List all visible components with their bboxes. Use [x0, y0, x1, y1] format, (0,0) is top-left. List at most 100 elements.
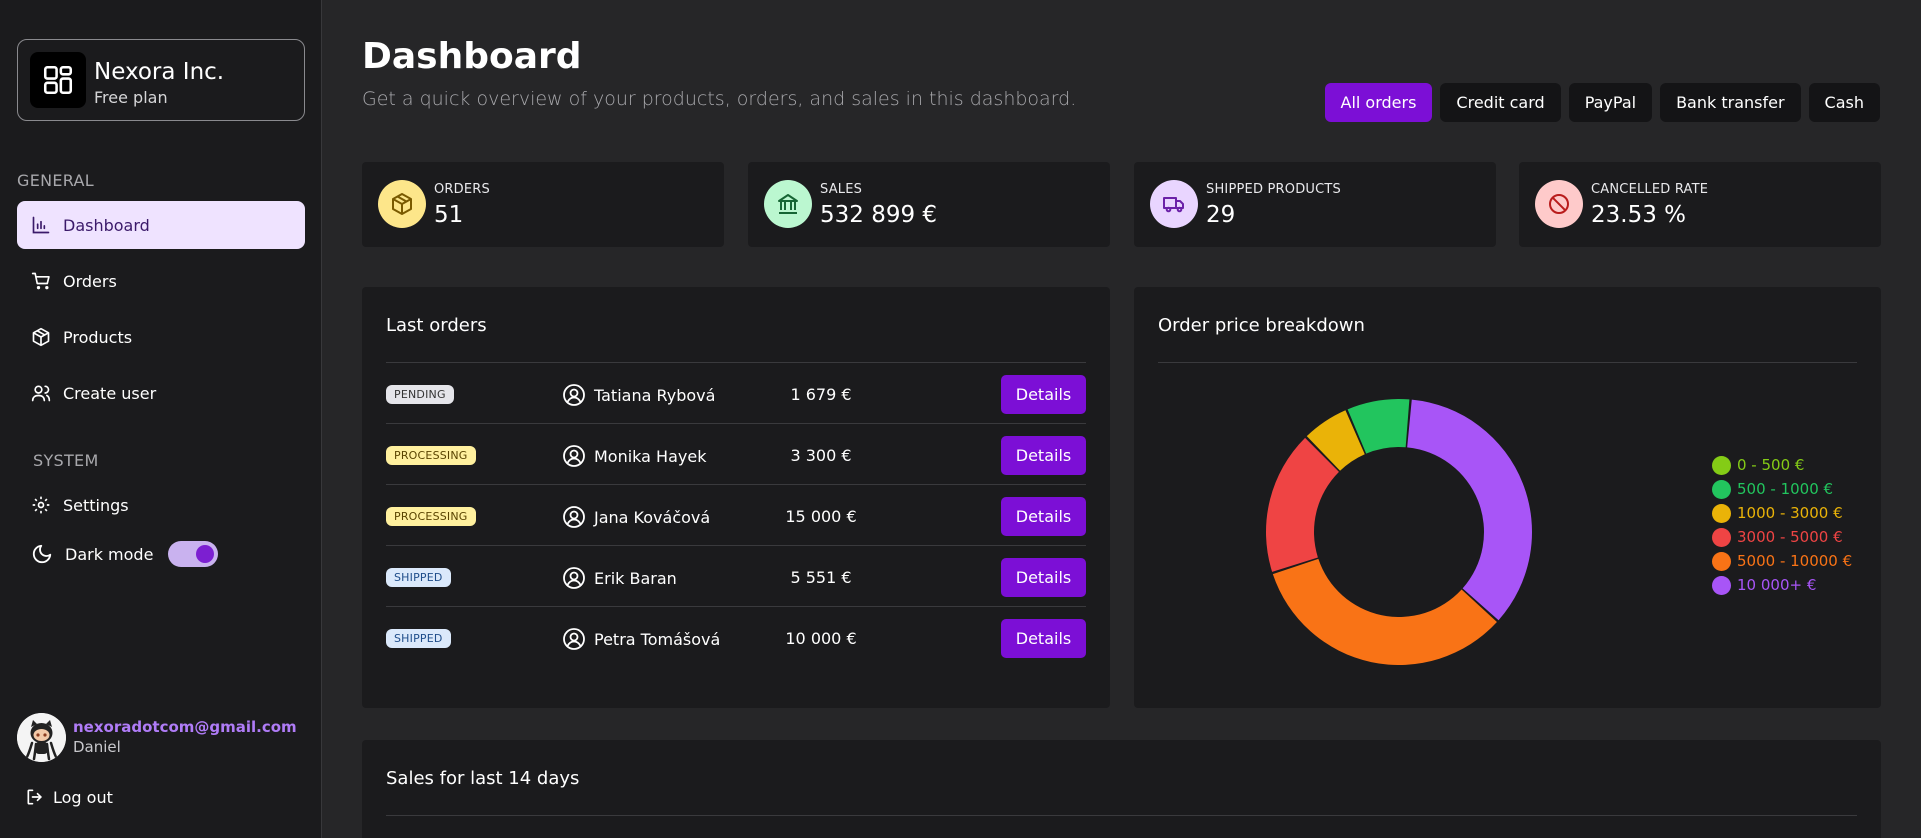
price-breakdown-panel: Order price breakdown 0 - 500 € 500 - 100…: [1134, 287, 1881, 708]
kpi-value: 23.53 %: [1591, 202, 1687, 228]
filter-cash-button[interactable]: Cash: [1808, 83, 1880, 122]
sidebar-item-label: Dashboard: [63, 215, 150, 235]
table-row: SHIPPED Petra Tomášová 10 000 € Details: [386, 607, 1086, 668]
status-badge: PENDING: [386, 385, 454, 404]
details-button[interactable]: Details: [1001, 558, 1086, 597]
sidebar-item-settings[interactable]: Settings: [17, 481, 305, 529]
logout-label: Log out: [53, 787, 113, 807]
kpi-card-cancelled-rate: CANCELLED RATE 23.53 %: [1519, 162, 1881, 247]
dark-mode-label: Dark mode: [65, 544, 154, 564]
sidebar-item-orders[interactable]: Orders: [17, 257, 305, 305]
avatar: [17, 713, 66, 762]
donut-chart[interactable]: [1254, 387, 1544, 677]
user-circle-icon: [563, 384, 585, 406]
logout-button[interactable]: Log out: [25, 787, 113, 807]
sales-title: Sales for last 14 days: [386, 768, 580, 789]
legend-label: 500 - 1000 €: [1737, 480, 1834, 498]
kpi-icon-wrap: [1150, 180, 1198, 228]
donut-slice[interactable]: [1272, 558, 1497, 665]
filter-credit-card-button[interactable]: Credit card: [1440, 83, 1561, 122]
legend-item[interactable]: 3000 - 5000 €: [1712, 525, 1852, 549]
gear-icon: [32, 496, 50, 514]
logout-icon: [27, 789, 42, 805]
table-row: SHIPPED Erik Baran 5 551 € Details: [386, 546, 1086, 607]
legend-dot: [1712, 527, 1731, 547]
payment-filter-bar: All orders Credit card PayPal Bank trans…: [1324, 83, 1880, 122]
order-price: 15 000 €: [785, 507, 857, 526]
legend-label: 10 000+ €: [1737, 576, 1817, 594]
chart-bar-icon: [32, 216, 50, 234]
customer: Tatiana Rybová: [562, 383, 715, 407]
legend-item[interactable]: 1000 - 3000 €: [1712, 501, 1852, 525]
filter-bank-transfer-button[interactable]: Bank transfer: [1660, 83, 1801, 122]
kpi-value: 51: [434, 202, 464, 228]
page-title: Dashboard: [362, 36, 582, 77]
sidebar-item-label: Create user: [63, 383, 157, 403]
user-circle-icon: [563, 567, 585, 589]
sidebar: Nexora Inc. Free plan GENERAL Dashboard …: [0, 0, 322, 838]
kpi-value: 29: [1206, 202, 1236, 228]
page-subtitle: Get a quick overview of your products, o…: [362, 88, 1077, 110]
kpi-card-sales: SALES 532 899 €: [748, 162, 1110, 247]
box-icon: [392, 193, 412, 215]
legend-label: 5000 - 10000 €: [1737, 552, 1853, 570]
brand-name: Nexora Inc.: [94, 59, 225, 85]
legend-item[interactable]: 0 - 500 €: [1712, 453, 1852, 477]
brand-logo: [30, 52, 86, 108]
legend-dot: [1712, 479, 1731, 499]
donut-slice[interactable]: [1407, 399, 1532, 621]
customer-name: Jana Kováčová: [594, 507, 711, 527]
toggle-knob: [196, 545, 214, 563]
legend-item[interactable]: 10 000+ €: [1712, 573, 1852, 597]
details-button[interactable]: Details: [1001, 497, 1086, 536]
status-badge: PROCESSING: [386, 507, 476, 526]
status-badge: SHIPPED: [386, 568, 451, 587]
kpi-card-shipped-products: SHIPPED PRODUCTS 29: [1134, 162, 1496, 247]
user-circle-icon: [563, 445, 585, 467]
details-button[interactable]: Details: [1001, 375, 1086, 414]
legend-label: 0 - 500 €: [1737, 456, 1805, 474]
logo-icon: [43, 65, 73, 95]
order-price: 5 551 €: [790, 568, 852, 587]
filter-all-orders-button[interactable]: All orders: [1324, 83, 1433, 122]
octocat-avatar-icon: [17, 713, 66, 762]
chart-legend: 0 - 500 € 500 - 1000 € 1000 - 3000 € 3000 -…: [1712, 453, 1852, 597]
status-badge: SHIPPED: [386, 629, 451, 648]
order-price: 3 300 €: [790, 446, 852, 465]
customer: Jana Kováčová: [562, 505, 710, 529]
sidebar-item-create-user[interactable]: Create user: [17, 369, 305, 417]
legend-item[interactable]: 500 - 1000 €: [1712, 477, 1852, 501]
sidebar-item-products[interactable]: Products: [17, 313, 305, 361]
kpi-icon-wrap: [764, 180, 812, 228]
sidebar-item-label: Orders: [63, 271, 117, 291]
brand-card[interactable]: Nexora Inc. Free plan: [17, 39, 305, 121]
legend-label: 3000 - 5000 €: [1737, 528, 1843, 546]
details-button[interactable]: Details: [1001, 436, 1086, 475]
kpi-label: CANCELLED RATE: [1591, 182, 1709, 197]
status-badge: PROCESSING: [386, 446, 476, 465]
sidebar-item-dashboard[interactable]: Dashboard: [17, 201, 305, 249]
brand-plan: Free plan: [94, 88, 168, 107]
user-circle-icon: [563, 506, 585, 528]
sales-panel: Sales for last 14 days: [362, 740, 1881, 838]
customer-name: Petra Tomášová: [594, 629, 721, 649]
sidebar-item-label: Products: [63, 327, 133, 347]
last-orders-panel: Last orders PENDING Tatiana Rybová 1 679…: [362, 287, 1110, 708]
filter-paypal-button[interactable]: PayPal: [1568, 83, 1653, 122]
section-system-label: SYSTEM: [33, 451, 99, 470]
customer-name: Erik Baran: [594, 568, 677, 588]
legend-item[interactable]: 5000 - 10000 €: [1712, 549, 1852, 573]
legend-label: 1000 - 3000 €: [1737, 504, 1843, 522]
shopping-cart-icon: [31, 272, 50, 290]
details-button[interactable]: Details: [1001, 619, 1086, 658]
customer: Petra Tomášová: [562, 627, 720, 651]
last-orders-title: Last orders: [386, 315, 487, 336]
section-general-label: GENERAL: [17, 171, 95, 190]
user-profile[interactable]: nexoradotcom@gmail.com Daniel: [17, 713, 307, 763]
kpi-icon-wrap: [378, 180, 426, 228]
divider: [1158, 362, 1857, 363]
dark-mode-toggle[interactable]: [168, 541, 218, 567]
package-icon: [32, 327, 50, 347]
kpi-label: SHIPPED PRODUCTS: [1206, 182, 1341, 197]
kpi-card-orders: ORDERS 51: [362, 162, 724, 247]
